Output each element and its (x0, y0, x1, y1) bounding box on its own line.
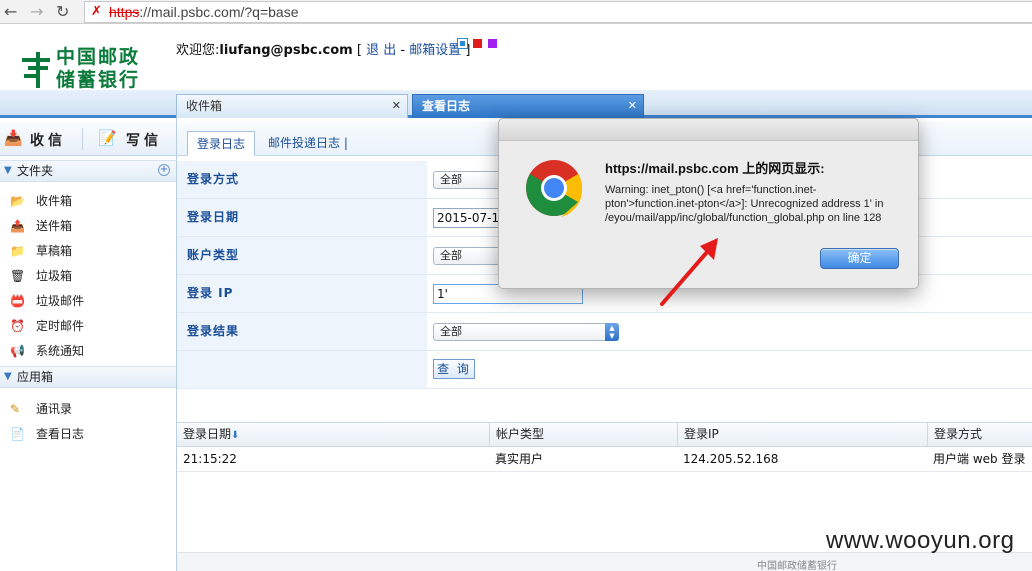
login-result-select[interactable]: 全部 ▲ ▼ (433, 323, 619, 341)
login-ip-label: 登录 IP (177, 275, 427, 312)
write-icon: 📝 (98, 129, 117, 147)
select-arrow-icon: ▲▼ (605, 323, 619, 341)
mailbox-settings-link[interactable]: 邮箱设置 (409, 43, 461, 58)
forward-arrow-icon[interactable]: → (30, 2, 43, 22)
watermark: www.wooyun.org (826, 527, 1015, 554)
spam-icon: 📛 (10, 294, 25, 308)
inbox-icon: 📂 (10, 194, 25, 208)
table-row[interactable]: 21:15:22 真实用户 124.205.52.168 用户端 web 登录 (177, 447, 1032, 472)
collapse-arrow-icon: ▼ (4, 165, 12, 176)
tab-login-log[interactable]: 登录日志 (187, 131, 256, 156)
skin-blue-swatch[interactable] (457, 38, 468, 49)
address-bar[interactable]: ✗ https://mail.psbc.com/?q=base (84, 1, 1032, 23)
skin-purple-swatch[interactable] (488, 39, 497, 48)
browser-toolbar: ← → ↻ ✗ https://mail.psbc.com/?q=base (0, 0, 1032, 24)
trash-icon: 🗑 (10, 269, 26, 283)
collapse-arrow-icon: ▼ (4, 371, 12, 382)
login-result-label: 登录结果 (177, 313, 427, 350)
receive-icon: 📥 (4, 129, 23, 147)
back-arrow-icon[interactable]: ← (4, 2, 17, 22)
psbc-logo-text: 中国邮政 储蓄银行 (56, 46, 141, 91)
empty-label-cell (177, 351, 427, 388)
tab-view-log[interactable]: 查看日志 ✕ (412, 94, 644, 118)
cell-account-type: 真实用户 (495, 452, 544, 466)
account-type-label: 账户类型 (177, 237, 427, 274)
divider (82, 128, 83, 150)
dialog-title: https://mail.psbc.com 上的网页显示: (605, 161, 825, 176)
receive-button[interactable]: 收信 (30, 130, 66, 150)
red-annotation-arrow-icon (660, 238, 718, 306)
login-date-label: 登录日期 (177, 199, 427, 236)
psbc-logo-mark-icon (22, 52, 50, 88)
tab-delivery-log[interactable]: 邮件投递日志 | (259, 131, 357, 156)
ok-button[interactable]: 确定 (820, 248, 899, 269)
results-table-header: 登录日期⬇ 帐户类型 登录IP 登录方式 (177, 422, 1032, 447)
add-folder-icon[interactable]: + (158, 164, 170, 176)
cell-login-ip: 124.205.52.168 (683, 452, 779, 466)
dialog-message: Warning: inet_pton() [<a href='function.… (605, 184, 884, 224)
column-header-login-date[interactable]: 登录日期⬇ (177, 423, 489, 446)
cell-login-method: 用户端 web 登录 (933, 452, 1026, 466)
outbox-icon: 📤 (10, 219, 25, 233)
folders-section-header[interactable]: ▼ 文件夹 + (0, 160, 176, 182)
close-icon[interactable]: ✕ (628, 95, 637, 117)
window-tabs: 收件箱 ✕ 查看日志 ✕ (0, 90, 1032, 118)
url-text: https://mail.psbc.com/?q=base (109, 4, 299, 20)
psbc-logo: 中国邮政 储蓄银行 (16, 46, 146, 94)
insecure-warning-icon: ✗ (91, 4, 102, 19)
left-sidebar: 📥 收信 📝 写信 ▼ 文件夹 + 📂 收件箱 📤 送件箱 📁 草稿箱 🗑 垃圾… (0, 118, 177, 571)
mail-header: 中国邮政 储蓄银行 欢迎您:liufang@psbc.com [ 退 出 - 邮… (0, 24, 1032, 118)
sort-desc-icon: ⬇ (231, 430, 240, 441)
query-button[interactable]: 查 询 (433, 359, 475, 379)
logout-link[interactable]: 退 出 (366, 43, 396, 58)
footer-text: 中国邮政储蓄银行 (757, 561, 837, 571)
login-method-label: 登录方式 (177, 161, 427, 198)
compose-bar: 📥 收信 📝 写信 (0, 122, 176, 156)
reload-icon[interactable]: ↻ (56, 2, 69, 22)
notice-icon: 📢 (10, 344, 25, 358)
welcome-line: 欢迎您:liufang@psbc.com [ 退 出 - 邮箱设置 ] (176, 43, 471, 58)
cell-login-time: 21:15:22 (183, 452, 237, 466)
drafts-icon: 📁 (10, 244, 25, 258)
tab-inbox[interactable]: 收件箱 ✕ (176, 94, 408, 118)
close-icon[interactable]: ✕ (392, 95, 401, 117)
log-icon: 📄 (10, 427, 25, 441)
scheduled-icon: ⏰ (10, 319, 25, 333)
form-row-login-result: 登录结果 全部 ▲ ▼ (177, 313, 1032, 351)
apps-section-header[interactable]: ▼ 应用箱 (0, 366, 176, 388)
column-header-login-method[interactable]: 登录方式 (927, 423, 1032, 446)
chrome-icon (526, 160, 583, 217)
column-header-login-ip[interactable]: 登录IP (677, 423, 927, 446)
dialog-titlebar (499, 119, 918, 141)
column-header-account-type[interactable]: 帐户类型 (489, 423, 677, 446)
write-button[interactable]: 写信 (126, 130, 162, 150)
skin-red-swatch[interactable] (473, 39, 482, 48)
contacts-icon: ✎ (10, 402, 21, 416)
user-email: liufang@psbc.com (219, 43, 353, 58)
form-row-query: 查 询 (177, 351, 1032, 389)
